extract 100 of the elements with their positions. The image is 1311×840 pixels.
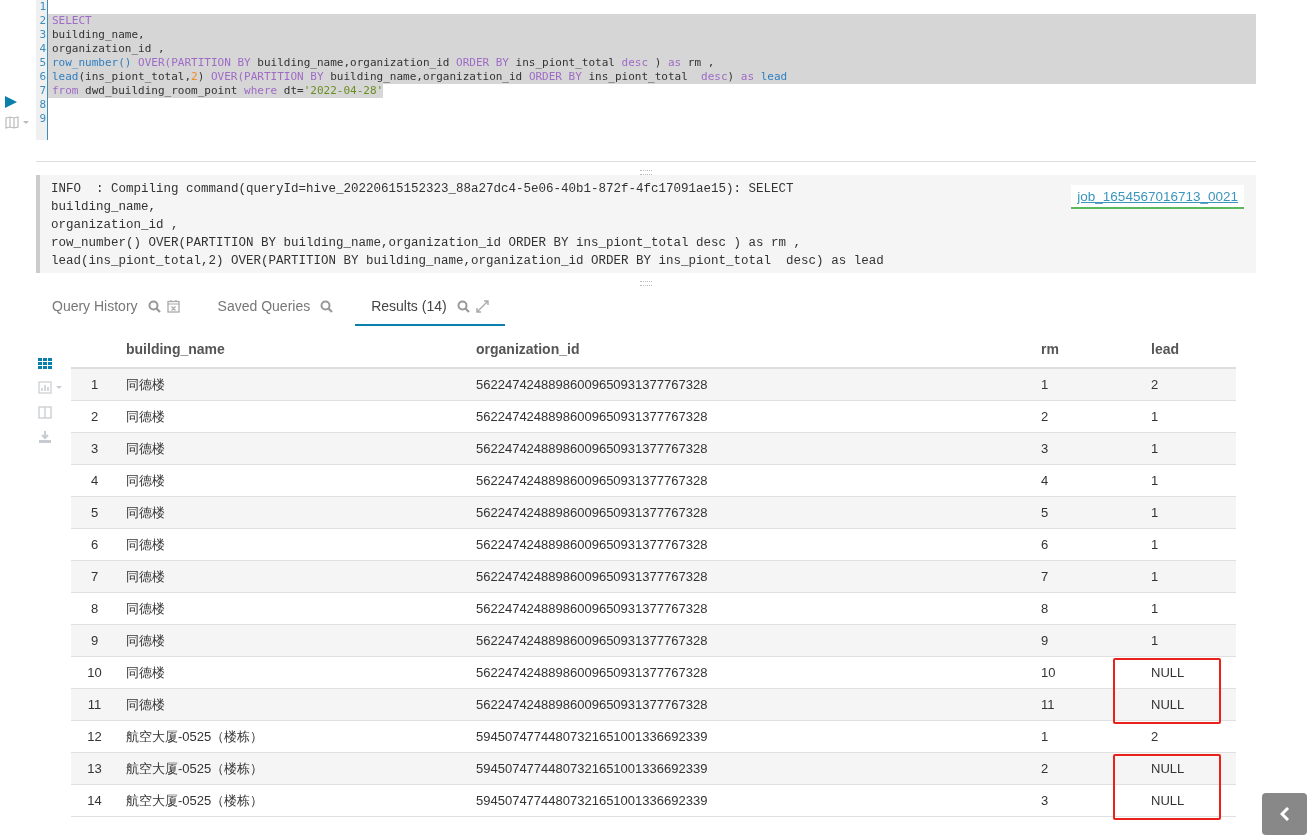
search-icon[interactable]	[456, 299, 470, 313]
table-cell: 同德楼	[118, 432, 468, 465]
row-number: 7	[71, 560, 118, 593]
table-cell: 航空大厦-0525（楼栋）	[118, 720, 468, 753]
table-cell: 3	[1033, 432, 1143, 465]
table-cell: 56224742488986009650931377767328	[468, 432, 1033, 465]
table-cell: 同德楼	[118, 656, 468, 689]
row-number: 9	[71, 624, 118, 657]
table-cell: NULL	[1143, 784, 1236, 817]
table-cell: 1	[1033, 720, 1143, 753]
row-number: 10	[71, 656, 118, 689]
table-cell: 56224742488986009650931377767328	[468, 656, 1033, 689]
table-cell: 3	[1033, 784, 1143, 817]
table-cell: 2	[1033, 400, 1143, 433]
table-cell: 同德楼	[118, 688, 468, 721]
row-number: 1	[71, 368, 118, 401]
table-cell: 59450747744807321651001336692339	[468, 752, 1033, 785]
row-number: 14	[71, 784, 118, 817]
table-cell: 同德楼	[118, 368, 468, 401]
row-number: 4	[71, 464, 118, 497]
table-cell: 同德楼	[118, 624, 468, 657]
table-cell: 1	[1033, 368, 1143, 401]
table-cell: 同德楼	[118, 592, 468, 625]
columns-icon[interactable]	[38, 406, 52, 419]
table-cell: 1	[1143, 464, 1236, 497]
table-cell: 4	[1033, 464, 1143, 497]
table-cell: 同德楼	[118, 560, 468, 593]
table-cell: 56224742488986009650931377767328	[468, 592, 1033, 625]
search-icon[interactable]	[147, 299, 161, 313]
expand-icon[interactable]	[475, 299, 489, 313]
search-icon[interactable]	[320, 299, 334, 313]
collapse-button[interactable]	[1262, 793, 1307, 835]
log-line: row_number() OVER(PARTITION BY building_name,organization_id ORDER BY ins_piont_total desc ) as rm ,	[51, 235, 803, 252]
grid-icon[interactable]	[38, 358, 52, 369]
line-number: 3	[38, 28, 46, 42]
log-line: INFO : Compiling command(queryId=hive_20220615152323_88a27dc4-5e06-40b1-872f-4fc17091ae15): SELECT	[51, 181, 795, 198]
table-cell: 1	[1143, 624, 1236, 657]
line-number: 6	[38, 70, 46, 84]
table-cell: 56224742488986009650931377767328	[468, 624, 1033, 657]
table-cell: 同德楼	[118, 464, 468, 497]
log-line: organization_id ,	[51, 217, 180, 234]
table-cell: 6	[1033, 528, 1143, 561]
line-number: 7	[38, 84, 46, 98]
table-cell: 同德楼	[118, 496, 468, 529]
tab[interactable]: Query History	[36, 290, 196, 326]
chevron-left-icon	[1279, 807, 1290, 821]
table-cell: 航空大厦-0525（楼栋）	[118, 752, 468, 785]
table-cell: 1	[1143, 400, 1236, 433]
table-cell: 59450747744807321651001336692339	[468, 720, 1033, 753]
download-icon[interactable]	[38, 431, 52, 444]
table-cell: 2	[1033, 752, 1143, 785]
table-cell: NULL	[1143, 688, 1236, 721]
log-line: lead(ins_piont_total,2) OVER(PARTITION BY building_name,organization_id ORDER BY ins_piont_total desc) as lead	[51, 253, 884, 270]
row-number: 13	[71, 752, 118, 785]
table-cell: 59450747744807321651001336692339	[468, 784, 1033, 817]
row-number: 5	[71, 496, 118, 529]
tab[interactable]: Saved Queries	[201, 290, 350, 326]
line-number: 4	[38, 42, 46, 56]
tab[interactable]: Results (14)	[355, 290, 505, 326]
row-number: 12	[71, 720, 118, 753]
map-icon[interactable]	[5, 116, 32, 129]
table-cell: 2	[1143, 720, 1236, 753]
table-cell: 1	[1143, 592, 1236, 625]
line-number: 9	[38, 112, 46, 126]
line-number: 2	[38, 14, 46, 28]
line-number: 1	[38, 0, 46, 14]
table-cell: 8	[1033, 592, 1143, 625]
table-cell: 56224742488986009650931377767328	[468, 560, 1033, 593]
row-number: 8	[71, 592, 118, 625]
line-number: 5	[38, 56, 46, 70]
row-number: 11	[71, 688, 118, 721]
table-cell: NULL	[1143, 656, 1236, 689]
table-cell: 航空大厦-0525（楼栋）	[118, 784, 468, 817]
table-cell: 同德楼	[118, 400, 468, 433]
table-cell: 56224742488986009650931377767328	[468, 688, 1033, 721]
table-cell: 56224742488986009650931377767328	[468, 400, 1033, 433]
row-number: 3	[71, 432, 118, 465]
calendar-icon[interactable]	[166, 299, 180, 313]
row-number: 2	[71, 400, 118, 433]
row-number: 6	[71, 528, 118, 561]
line-number: 8	[38, 98, 46, 112]
table-cell: 56224742488986009650931377767328	[468, 368, 1033, 401]
table-cell: 9	[1033, 624, 1143, 657]
table-cell: 1	[1143, 432, 1236, 465]
table-cell: 1	[1143, 496, 1236, 529]
table-cell: 10	[1033, 656, 1143, 689]
table-cell: 56224742488986009650931377767328	[468, 496, 1033, 529]
table-cell: 1	[1143, 528, 1236, 561]
bar-chart-icon[interactable]	[38, 381, 65, 394]
table-cell: 56224742488986009650931377767328	[468, 464, 1033, 497]
job-link[interactable]: job_1654567016713_0021	[1071, 185, 1244, 209]
table-cell: 11	[1033, 688, 1143, 721]
table-cell: 2	[1143, 368, 1236, 401]
table-cell: 56224742488986009650931377767328	[468, 528, 1033, 561]
table-cell: 7	[1033, 560, 1143, 593]
run-icon[interactable]	[5, 96, 17, 108]
log-line: building_name,	[51, 199, 158, 216]
table-cell: 1	[1143, 560, 1236, 593]
table-cell: 同德楼	[118, 528, 468, 561]
table-cell: 5	[1033, 496, 1143, 529]
